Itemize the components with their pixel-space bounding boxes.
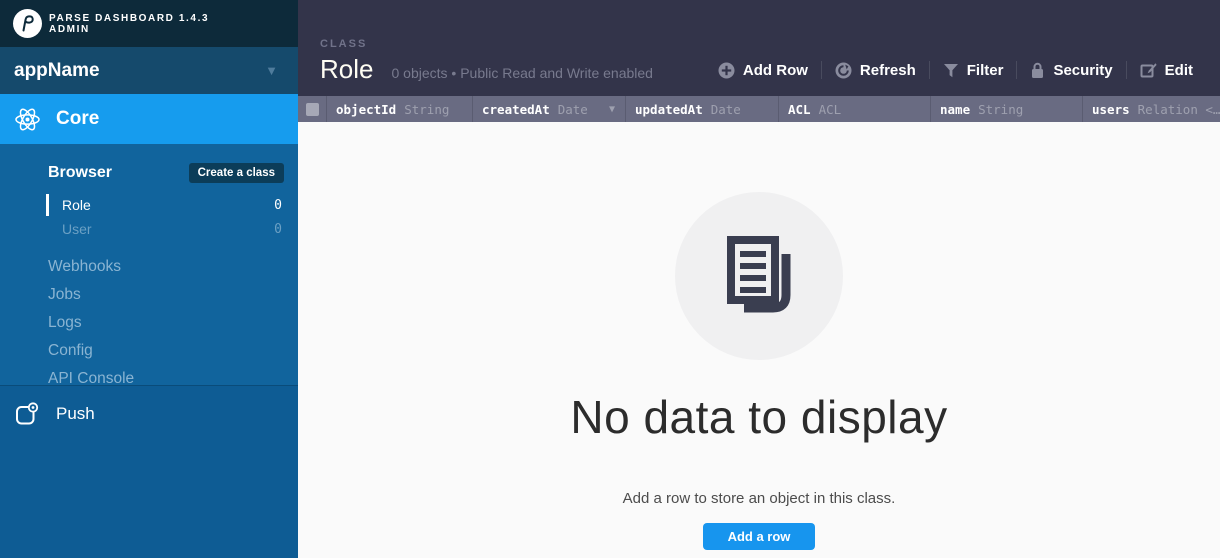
logo-subtitle: ADMIN	[49, 24, 209, 35]
toolbar-label: Filter	[967, 62, 1004, 79]
sidebar-item-logs[interactable]: Logs	[0, 309, 298, 337]
refresh-toolbar-button[interactable]: Refresh	[822, 62, 929, 79]
active-class-marker	[46, 194, 49, 216]
push-section: Push	[0, 385, 298, 558]
column-name: createdAt	[482, 102, 550, 117]
class-name: User	[62, 221, 92, 237]
toolbar-label: Add Row	[743, 62, 808, 79]
browser-row: Browser Create a class	[0, 161, 298, 185]
lock-icon	[1030, 62, 1045, 79]
toolbar-label: Edit	[1165, 62, 1193, 79]
column-header-updatedat[interactable]: updatedAt Date	[625, 96, 778, 122]
class-count: 0	[274, 222, 282, 237]
column-header-name[interactable]: name String	[930, 96, 1082, 122]
column-header-createdat[interactable]: createdAt Date ▼	[472, 96, 625, 122]
column-header-acl[interactable]: ACL ACL	[778, 96, 930, 122]
filter-icon	[943, 63, 959, 78]
toolbar-label: Security	[1053, 62, 1112, 79]
sidebar-item-jobs[interactable]: Jobs	[0, 281, 298, 309]
edit-toolbar-button[interactable]: Edit	[1127, 62, 1206, 79]
column-header-users[interactable]: users Relation <…	[1082, 96, 1220, 122]
create-class-button[interactable]: Create a class	[189, 163, 284, 183]
toolbar: Add Row Refresh Filter	[705, 55, 1206, 85]
column-type: Relation <…	[1138, 102, 1220, 117]
edit-icon	[1140, 62, 1157, 78]
push-notification-icon	[14, 401, 40, 427]
page-title: Role	[320, 54, 373, 85]
column-type: Date	[558, 102, 588, 117]
sidebar-item-browser[interactable]: Browser	[48, 164, 112, 182]
class-kicker-label: CLASS	[320, 38, 367, 50]
empty-state-badge	[675, 192, 843, 360]
sidebar-section-core[interactable]: Core	[0, 94, 298, 144]
class-list: Role 0 User 0	[0, 193, 298, 241]
sidebar-item-config[interactable]: Config	[0, 337, 298, 365]
app-selector[interactable]: appName ▼	[0, 47, 298, 94]
parse-logo-icon	[13, 9, 42, 38]
core-nav: Webhooks Jobs Logs Config API Console	[0, 253, 298, 393]
class-header: CLASS Role 0 objects • Public Read and W…	[298, 0, 1220, 96]
class-marker	[46, 218, 49, 240]
class-item-role[interactable]: Role 0	[0, 193, 298, 217]
column-name: name	[940, 102, 970, 117]
class-title-row: Role 0 objects • Public Read and Write e…	[320, 54, 653, 85]
column-type: String	[404, 102, 449, 117]
logo-bar: PARSE DASHBOARD 1.4.3 ADMIN	[0, 0, 298, 47]
select-all-checkbox[interactable]	[306, 103, 319, 116]
core-section-body: Browser Create a class Role 0 User 0 Web…	[0, 144, 298, 385]
push-section-label: Push	[56, 404, 95, 424]
parse-dashboard: PARSE DASHBOARD 1.4.3 ADMIN appName ▼ Co…	[0, 0, 1220, 558]
app-name: appName	[14, 60, 100, 82]
column-name: objectId	[336, 102, 396, 117]
column-name: ACL	[788, 102, 811, 117]
browser-content: No data to display Add a row to store an…	[298, 122, 1220, 558]
toolbar-label: Refresh	[860, 62, 916, 79]
add-row-button[interactable]: Add a row	[703, 523, 816, 550]
class-subtitle: 0 objects • Public Read and Write enable…	[391, 65, 652, 81]
class-name: Role	[62, 197, 91, 213]
core-section-label: Core	[56, 108, 99, 130]
sidebar-item-webhooks[interactable]: Webhooks	[0, 253, 298, 281]
column-type: ACL	[819, 102, 842, 117]
documents-icon	[713, 232, 805, 320]
sidebar: PARSE DASHBOARD 1.4.3 ADMIN appName ▼ Co…	[0, 0, 298, 558]
class-item-user[interactable]: User 0	[0, 217, 298, 241]
sort-desc-icon[interactable]: ▼	[609, 104, 615, 115]
sidebar-section-push[interactable]: Push	[0, 386, 298, 442]
table-header: objectId String createdAt Date ▼ updated…	[298, 96, 1220, 122]
empty-state-title: No data to display	[298, 390, 1220, 444]
add-circle-icon	[718, 62, 735, 79]
logo-text: PARSE DASHBOARD 1.4.3 ADMIN	[49, 13, 209, 35]
column-name: updatedAt	[635, 102, 703, 117]
refresh-icon	[835, 62, 852, 79]
column-header-objectid[interactable]: objectId String	[326, 96, 472, 122]
class-count: 0	[274, 198, 282, 213]
add-row-toolbar-button[interactable]: Add Row	[705, 62, 821, 79]
filter-toolbar-button[interactable]: Filter	[930, 62, 1017, 79]
empty-state-subtitle: Add a row to store an object in this cla…	[298, 490, 1220, 507]
select-all-cell	[298, 96, 326, 122]
security-toolbar-button[interactable]: Security	[1017, 62, 1125, 79]
column-name: users	[1092, 102, 1130, 117]
column-type: String	[978, 102, 1023, 117]
logo-title: PARSE DASHBOARD 1.4.3	[49, 13, 209, 24]
atom-icon	[14, 106, 41, 133]
chevron-down-icon: ▼	[265, 63, 278, 78]
column-type: Date	[711, 102, 741, 117]
